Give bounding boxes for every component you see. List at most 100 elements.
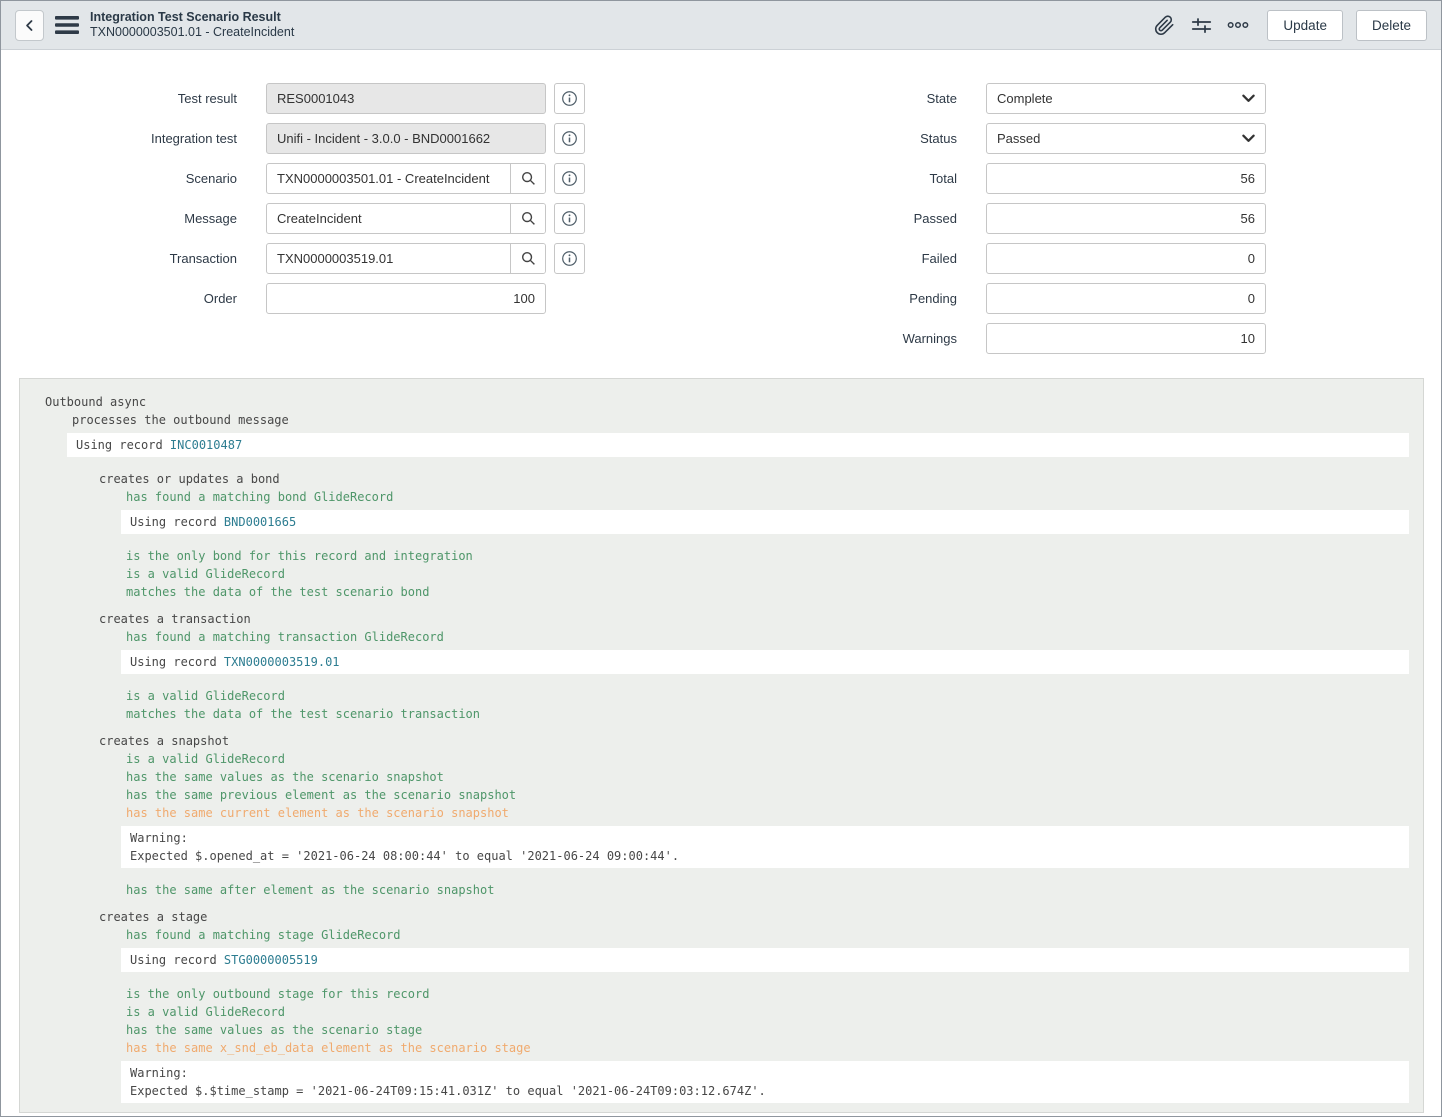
transaction-field-group: [266, 243, 546, 274]
sliders-icon: [1191, 15, 1212, 36]
total-controls: [986, 163, 1266, 194]
state-row: StateComplete: [721, 83, 1441, 114]
output-gap: [20, 872, 1423, 881]
pending-row: Pending: [721, 283, 1441, 314]
output-line: is a valid GlideRecord: [20, 1003, 1423, 1021]
output-line: is a valid GlideRecord: [20, 565, 1423, 583]
warnings-field[interactable]: [986, 323, 1266, 354]
more-options-button[interactable]: [1222, 9, 1254, 41]
message-controls: [266, 203, 585, 234]
order-field[interactable]: [266, 283, 546, 314]
message-row: Message: [1, 203, 721, 234]
transaction-row: Transaction: [1, 243, 721, 274]
page-subtitle: TXN0000003501.01 - CreateIncident: [90, 25, 294, 40]
scenario-row: Scenario: [1, 163, 721, 194]
transaction-field[interactable]: [267, 244, 510, 273]
pending-label: Pending: [721, 291, 957, 306]
test-result-controls: [266, 83, 585, 114]
record-prefix: Using record: [130, 953, 224, 967]
passed-field[interactable]: [986, 203, 1266, 234]
message-field[interactable]: [267, 204, 510, 233]
passed-controls: [986, 203, 1266, 234]
output-gap: [20, 899, 1423, 908]
output-line: has the same values as the scenario stag…: [20, 1021, 1423, 1039]
warning-line: Expected $.$time_stamp = '2021-06-24T09:…: [130, 1082, 1409, 1100]
output-line: creates a transaction: [20, 610, 1423, 628]
state-select[interactable]: Complete: [986, 83, 1266, 114]
message-field-group: [266, 203, 546, 234]
state-controls: Complete: [986, 83, 1266, 114]
record-id: STG0000005519: [224, 953, 318, 967]
pending-field[interactable]: [986, 283, 1266, 314]
transaction-info-button[interactable]: [554, 243, 585, 274]
integration-test-row: Integration test: [1, 123, 721, 154]
chevron-left-icon: [23, 19, 36, 32]
output-line: is the only outbound stage for this reco…: [20, 985, 1423, 1003]
record-prefix: Using record: [76, 438, 170, 452]
back-button[interactable]: [15, 10, 44, 41]
record-band: Using record BND0001665: [121, 510, 1409, 534]
test-result-field[interactable]: [266, 83, 546, 114]
info-icon: [561, 90, 578, 107]
output-gap: [20, 723, 1423, 732]
failed-label: Failed: [721, 251, 957, 266]
record-id: BND0001665: [224, 515, 296, 529]
record-id: TXN0000003519.01: [224, 655, 340, 669]
record-prefix: Using record: [130, 655, 224, 669]
output-line: processes the outbound message: [20, 411, 1423, 429]
title-block: Integration Test Scenario Result TXN0000…: [90, 10, 294, 40]
hamburger-icon: [55, 16, 79, 34]
integration-test-field[interactable]: [266, 123, 546, 154]
chevron-down-icon: [1242, 134, 1255, 143]
scenario-search-button[interactable]: [510, 164, 545, 193]
update-button[interactable]: Update: [1267, 10, 1343, 41]
scenario-info-button[interactable]: [554, 163, 585, 194]
output-line: Outbound async: [20, 393, 1423, 411]
form-column-left: Test result Integration test Scenario Messa…: [1, 83, 721, 363]
warning-line: Warning:: [130, 1064, 1409, 1082]
warnings-row: Warnings: [721, 323, 1441, 354]
scenario-controls: [266, 163, 585, 194]
order-row: Order: [1, 283, 721, 314]
warning-line: Expected $.opened_at = '2021-06-24 08:00…: [130, 847, 1409, 865]
output-line: has found a matching bond GlideRecord: [20, 488, 1423, 506]
integration-test-scenario-result-page: Integration Test Scenario Result TXN0000…: [0, 0, 1442, 1117]
scenario-field-group: [266, 163, 546, 194]
state-select-value: Complete: [997, 91, 1053, 106]
form-column-right: StateCompleteStatusPassedTotalPassedFail…: [721, 83, 1441, 363]
transaction-label: Transaction: [1, 251, 237, 266]
context-menu-button[interactable]: [55, 16, 79, 34]
record-band: Using record TXN0000003519.01: [121, 650, 1409, 674]
record-prefix: Using record: [130, 515, 224, 529]
output-line: creates a snapshot: [20, 732, 1423, 750]
attachment-button[interactable]: [1148, 9, 1180, 41]
search-icon: [521, 171, 536, 186]
output-gap: [20, 976, 1423, 985]
pending-controls: [986, 283, 1266, 314]
output-gap: [20, 601, 1423, 610]
integration-test-info-button[interactable]: [554, 123, 585, 154]
status-label: Status: [721, 131, 957, 146]
test-result-info-button[interactable]: [554, 83, 585, 114]
output-gap: [20, 538, 1423, 547]
order-label: Order: [1, 291, 237, 306]
header-bar: Integration Test Scenario Result TXN0000…: [1, 1, 1441, 50]
integration-test-controls: [266, 123, 585, 154]
personalize-form-button[interactable]: [1185, 9, 1217, 41]
transaction-controls: [266, 243, 585, 274]
message-info-button[interactable]: [554, 203, 585, 234]
warning-line: Warning:: [130, 829, 1409, 847]
status-select[interactable]: Passed: [986, 123, 1266, 154]
test-result-label: Test result: [1, 91, 237, 106]
transaction-search-button[interactable]: [510, 244, 545, 273]
total-field[interactable]: [986, 163, 1266, 194]
more-dots-icon: [1227, 20, 1249, 30]
message-search-button[interactable]: [510, 204, 545, 233]
scenario-field[interactable]: [267, 164, 510, 193]
warning-band: Warning:Expected $.opened_at = '2021-06-…: [121, 826, 1409, 868]
failed-field[interactable]: [986, 243, 1266, 274]
delete-button[interactable]: Delete: [1356, 10, 1427, 41]
search-icon: [521, 211, 536, 226]
output-line: creates or updates a bond: [20, 470, 1423, 488]
passed-row: Passed: [721, 203, 1441, 234]
